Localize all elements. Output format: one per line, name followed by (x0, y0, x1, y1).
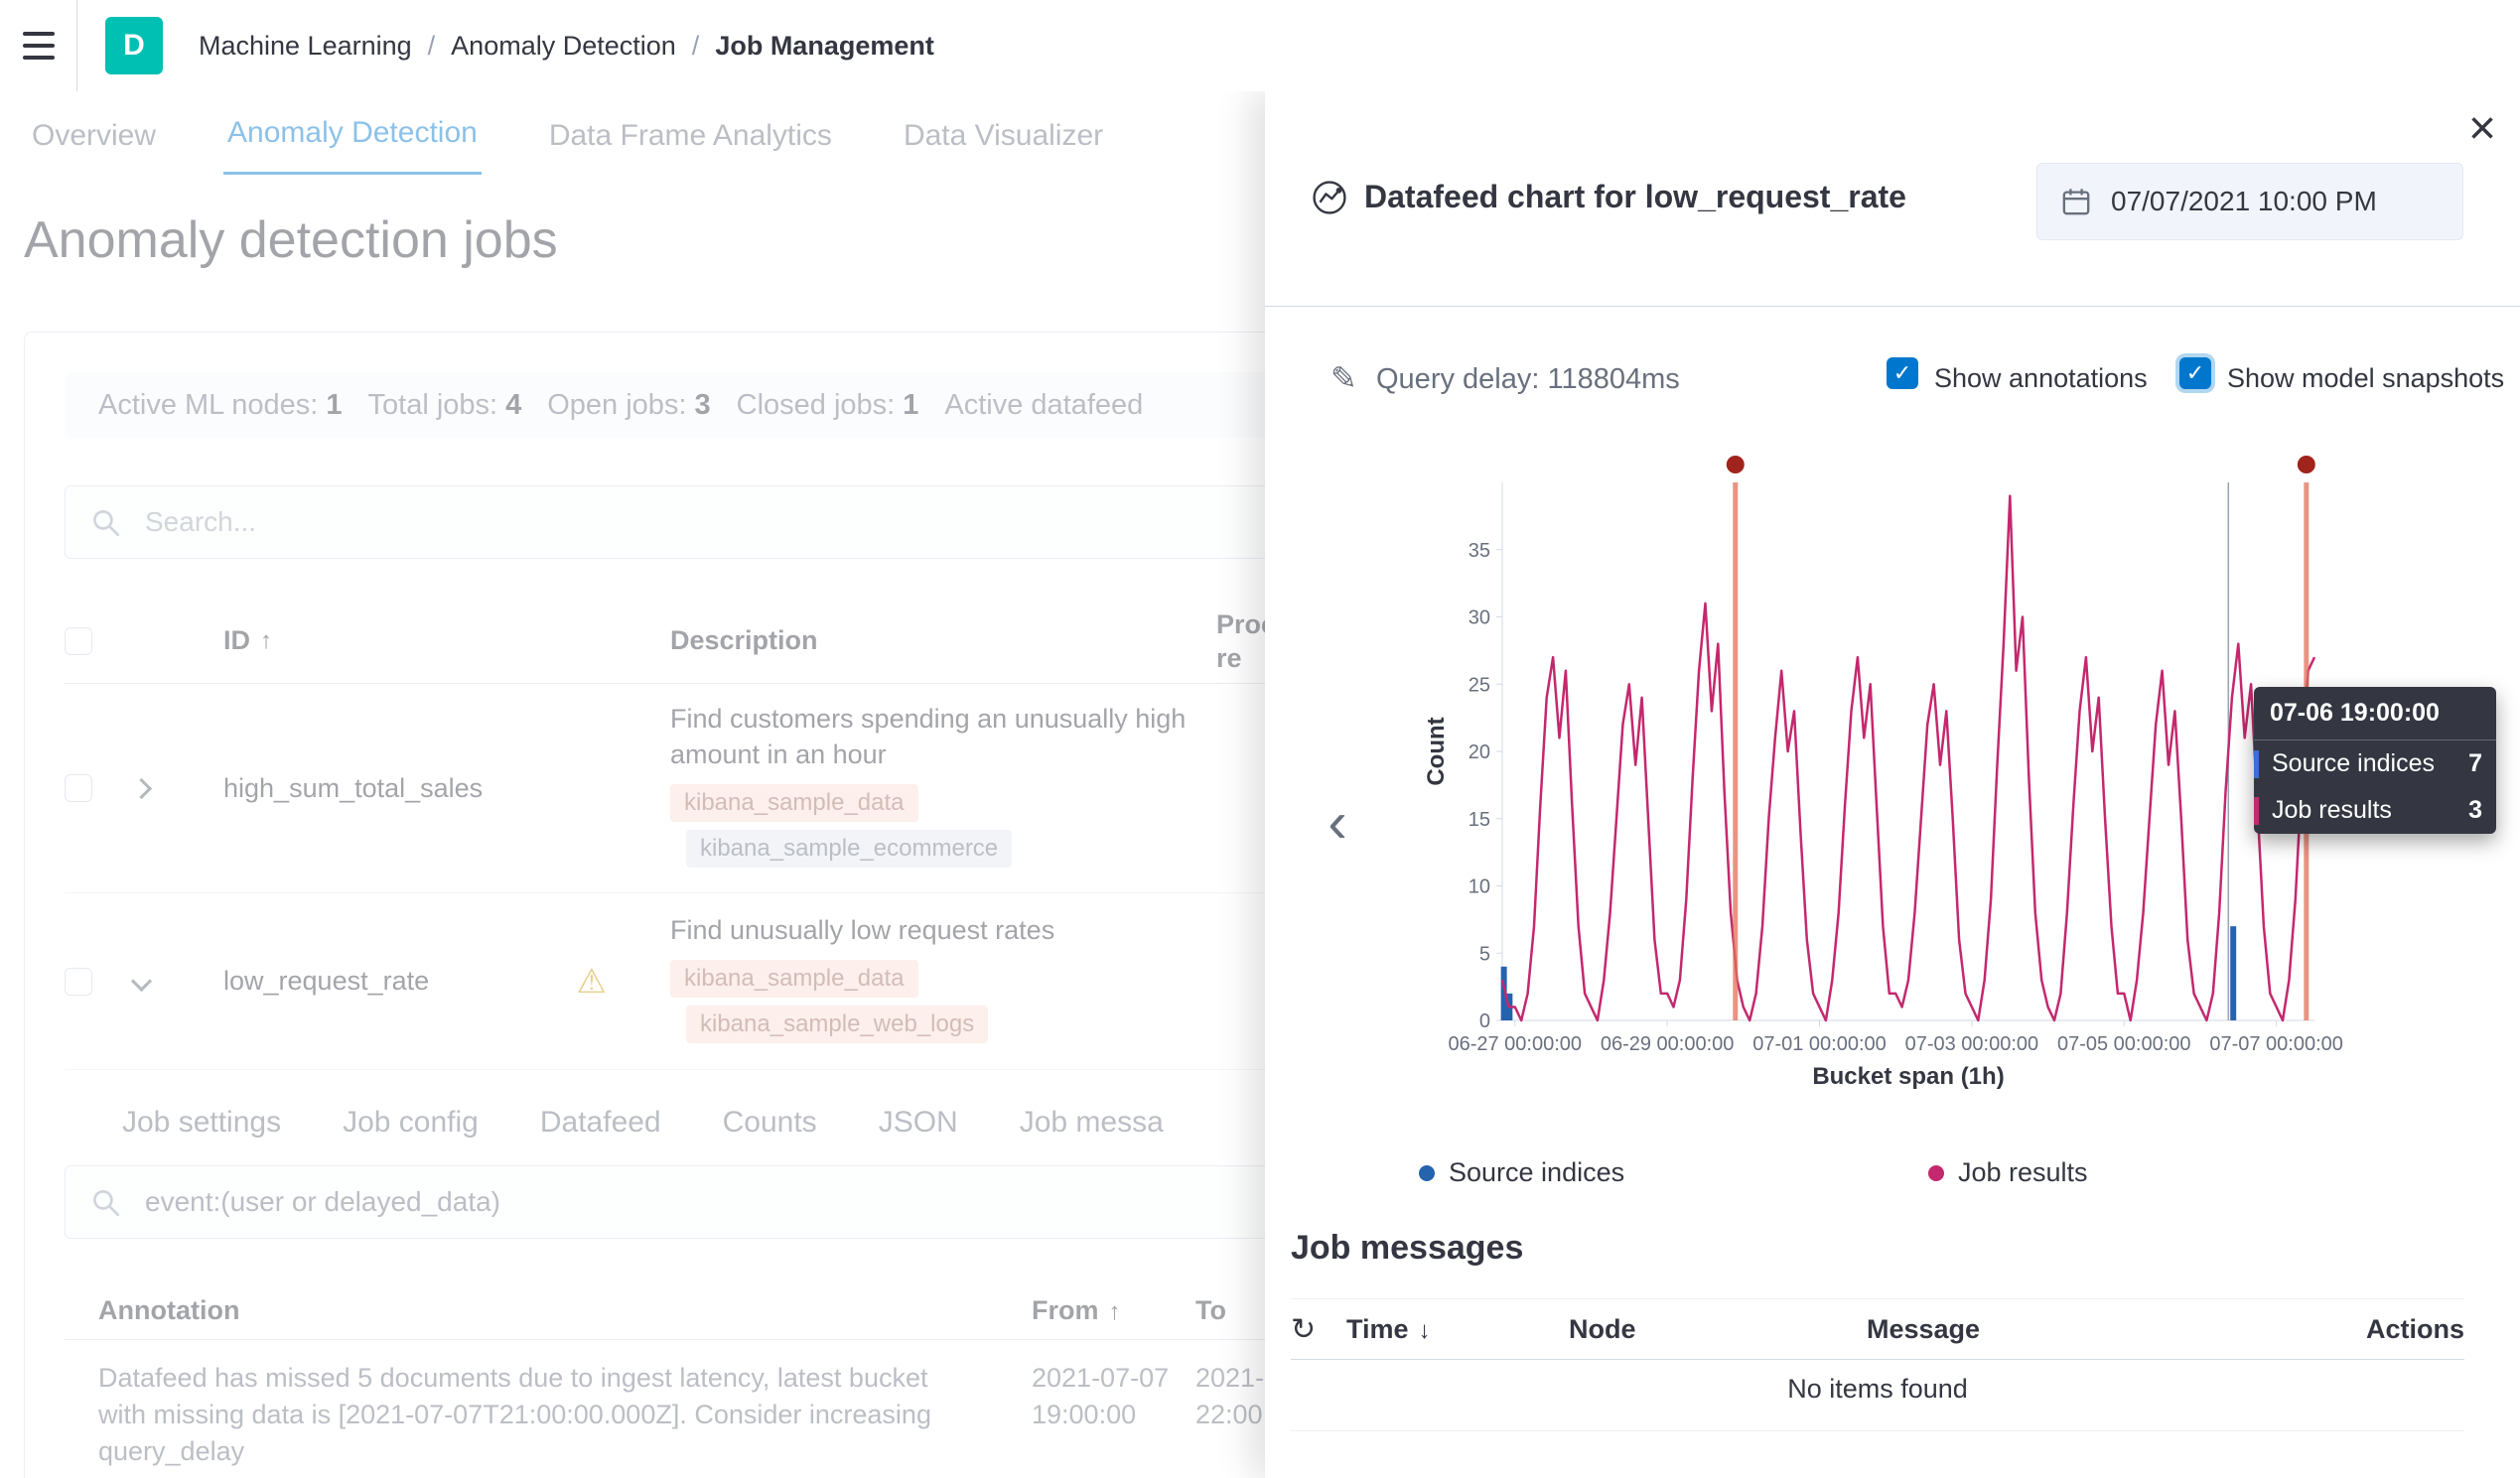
svg-text:10: 10 (1469, 876, 1490, 898)
datafeed-chart[interactable]: 0 5 10 15 20 25 30 35 06-27 00:00:00 06-29 00:00:… (1414, 449, 2367, 1094)
close-icon[interactable]: × (2468, 105, 2496, 153)
col-header-message: Message (1867, 1314, 2335, 1345)
space-avatar[interactable]: D (105, 17, 163, 74)
svg-text:07-05 00:00:00: 07-05 00:00:00 (2057, 1033, 2191, 1055)
job-messages-table-header: ↻ Time↓ Node Message Actions (1291, 1298, 2464, 1360)
svg-text:35: 35 (1469, 540, 1490, 562)
svg-text:07-07 00:00:00: 07-07 00:00:00 (2209, 1033, 2343, 1055)
svg-text:15: 15 (1469, 809, 1490, 831)
svg-text:0: 0 (1479, 1010, 1490, 1032)
show-annotations-label: Show annotations (1934, 363, 2148, 394)
job-messages-title: Job messages (1291, 1229, 1523, 1268)
svg-text:07-03 00:00:00: 07-03 00:00:00 (1905, 1033, 2039, 1055)
legend-dot (1928, 1165, 1944, 1181)
chevron-left-icon[interactable]: ‹ (1311, 792, 1364, 854)
svg-text:06-27 00:00:00: 06-27 00:00:00 (1448, 1033, 1582, 1055)
legend-job-results[interactable]: Job results (1928, 1157, 2088, 1188)
calendar-icon (2061, 187, 2091, 216)
datafeed-chart-flyout: × Datafeed chart for low_request_rate 07… (1265, 91, 2520, 1478)
sort-desc-icon: ↓ (1419, 1317, 1431, 1344)
tooltip-time: 07-06 19:00:00 (2254, 687, 2496, 740)
show-annotations-checkbox[interactable]: ✓ (1887, 357, 1918, 389)
tooltip-row-job-results: Job results 3 (2254, 787, 2496, 834)
show-model-snapshots-label: Show model snapshots (2227, 363, 2504, 394)
svg-text:5: 5 (1479, 943, 1490, 965)
divider (1265, 306, 2520, 307)
tooltip-row-source-indices: Source indices 7 (2254, 740, 2496, 787)
svg-text:20: 20 (1469, 741, 1490, 763)
menu-icon[interactable] (0, 0, 77, 91)
breadcrumb-item-machine-learning[interactable]: Machine Learning (199, 31, 451, 62)
breadcrumb-item-anomaly-detection[interactable]: Anomaly Detection (451, 31, 715, 62)
refresh-icon[interactable]: ↻ (1291, 1312, 1334, 1347)
legend-source-indices[interactable]: Source indices (1419, 1157, 1624, 1188)
chart-tooltip: 07-06 19:00:00 Source indices 7 Job resu… (2254, 687, 2496, 834)
col-header-node: Node (1569, 1314, 1867, 1345)
datepicker-value: 07/07/2021 10:00 PM (2111, 186, 2377, 217)
svg-text:30: 30 (1469, 607, 1490, 629)
breadcrumb-item-job-management: Job Management (715, 31, 934, 62)
query-delay-text: Query delay: 118804ms (1376, 363, 1680, 396)
check-icon: ✓ (1893, 360, 1911, 386)
datafeed-chart-icon (1311, 179, 1348, 221)
check-icon: ✓ (2186, 360, 2204, 386)
series-color-chip (2254, 750, 2259, 778)
datepicker-button[interactable]: 07/07/2021 10:00 PM (2036, 163, 2463, 240)
pencil-icon[interactable]: ✎ (1330, 359, 1357, 397)
flyout-title: Datafeed chart for low_request_rate (1364, 179, 1906, 215)
top-header: D Machine Learning Anomaly Detection Job… (0, 0, 2520, 91)
col-header-time[interactable]: Time↓ (1334, 1314, 1569, 1345)
svg-text:Count: Count (1423, 717, 1450, 785)
show-model-snapshots-checkbox[interactable]: ✓ (2179, 357, 2211, 389)
svg-text:07-01 00:00:00: 07-01 00:00:00 (1752, 1033, 1887, 1055)
series-color-chip (2254, 797, 2259, 825)
svg-text:Bucket span (1h): Bucket span (1h) (1812, 1063, 2004, 1090)
svg-text:25: 25 (1469, 674, 1490, 696)
col-header-actions: Actions (2335, 1314, 2464, 1345)
empty-table-message: No items found (1291, 1374, 2464, 1431)
legend-dot (1419, 1165, 1435, 1181)
svg-text:06-29 00:00:00: 06-29 00:00:00 (1601, 1033, 1735, 1055)
breadcrumb: Machine Learning Anomaly Detection Job M… (199, 31, 934, 62)
screen: D Machine Learning Anomaly Detection Job… (0, 0, 2520, 1478)
